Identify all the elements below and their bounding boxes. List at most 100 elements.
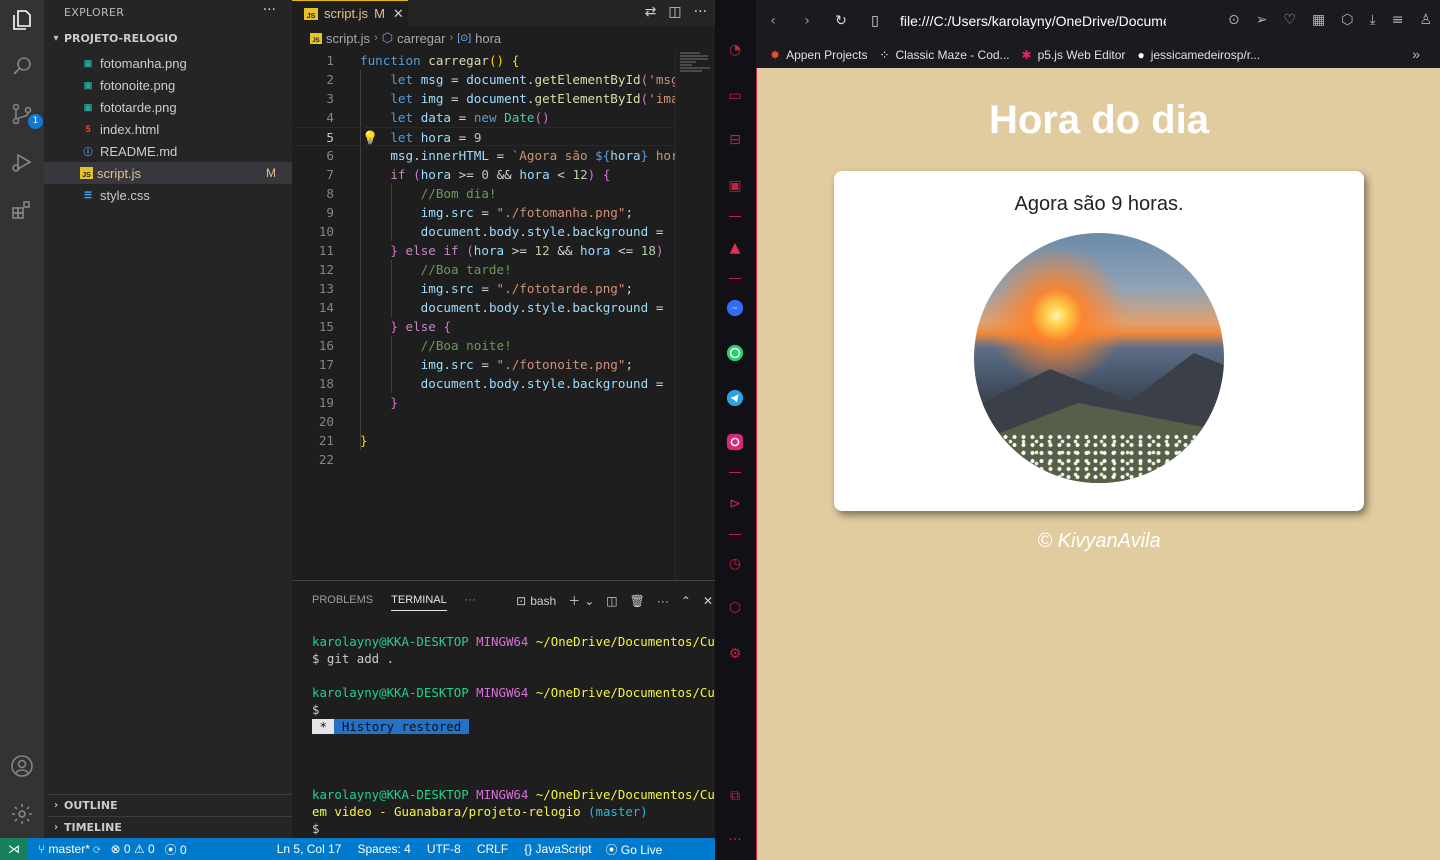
js-file-icon: JS: [310, 32, 322, 44]
file-item[interactable]: 5 index.html: [44, 118, 292, 140]
eol-status[interactable]: CRLF: [477, 842, 508, 856]
file-item-selected[interactable]: JS script.js M: [44, 162, 292, 184]
go-live-button[interactable]: ⦿ Go Live: [606, 841, 663, 858]
terminal-env: MINGW64: [476, 787, 529, 802]
bookmarks-overflow[interactable]: »: [1412, 46, 1420, 62]
breadcrumb-variable[interactable]: hora: [475, 31, 501, 46]
player-icon[interactable]: ⊳: [725, 494, 745, 514]
more-icon[interactable]: ···: [725, 830, 745, 850]
explorer-title: EXPLORER: [64, 6, 125, 19]
account-icon[interactable]: [8, 752, 36, 780]
settings-gear-icon[interactable]: [8, 800, 36, 828]
language-status[interactable]: {} JavaScript: [524, 842, 591, 856]
problems-status[interactable]: ⊗ 0 ⚠ 0: [110, 842, 154, 856]
branch-status[interactable]: ⑂ master* ⟳: [38, 842, 100, 856]
tab-problems[interactable]: PROBLEMS: [312, 594, 373, 606]
forward-icon[interactable]: ›: [790, 13, 824, 29]
close-tab-icon[interactable]: ✕: [393, 6, 404, 22]
bookmark-item[interactable]: ✸ Appen Projects: [770, 48, 867, 62]
ports-status[interactable]: ⦿ 0: [165, 841, 187, 858]
more-actions-icon[interactable]: ···: [694, 4, 707, 20]
telegram-icon[interactable]: [725, 388, 745, 408]
tab-script-js[interactable]: JS script.js M ✕: [292, 0, 408, 26]
camera-icon[interactable]: ⊙: [1228, 12, 1240, 28]
encoding-status[interactable]: UTF-8: [427, 842, 461, 856]
chevron-down-icon[interactable]: ⌄: [584, 594, 594, 608]
aria-icon[interactable]: ▲: [725, 238, 745, 258]
shopping-bag-icon[interactable]: ▭: [725, 86, 745, 106]
send-icon[interactable]: ➢: [1256, 12, 1268, 28]
terminal-output[interactable]: karolayny@KKA-DESKTOP MINGW64 ~/OneDrive…: [312, 633, 737, 837]
bookmark-item[interactable]: ✱ p5.js Web Editor: [1022, 48, 1126, 62]
file-item[interactable]: ☰ style.css: [44, 184, 292, 206]
history-star: *: [312, 719, 335, 734]
terminal-shell-name[interactable]: bash: [530, 594, 556, 608]
back-icon[interactable]: ‹: [756, 13, 790, 29]
page-title: Hora do dia: [988, 98, 1210, 142]
panel-more-icon[interactable]: ···: [465, 594, 476, 606]
terminal-actions: ⊡ bash ＋ ⌄ ◫ 🗑 ··· ⌃ ✕: [516, 592, 713, 609]
file-item[interactable]: ▣ fototarde.png: [44, 96, 292, 118]
messenger-icon[interactable]: [725, 298, 745, 318]
source-control-icon[interactable]: 1: [8, 100, 43, 129]
minimap[interactable]: [675, 51, 715, 580]
reload-icon[interactable]: ↻: [824, 13, 858, 29]
image-file-icon: ▣: [83, 57, 93, 68]
timeline-section[interactable]: › TIMELINE: [48, 816, 292, 838]
new-terminal-icon[interactable]: ＋: [568, 592, 580, 609]
code-editor[interactable]: 1 function carregar() { 2 let msg = docum…: [292, 51, 675, 469]
instagram-icon[interactable]: [725, 432, 745, 452]
address-bar[interactable]: file:///C:/Users/karolayny/OneDrive/Docu…: [900, 13, 1166, 29]
more-icon[interactable]: ···: [657, 594, 669, 608]
file-item[interactable]: ▣ fotonoite.png: [44, 74, 292, 96]
minimap-line: [680, 61, 696, 63]
close-panel-icon[interactable]: ✕: [703, 594, 713, 608]
project-folder[interactable]: ▾ PROJETO-RELOGIO: [48, 32, 177, 45]
page-info-icon[interactable]: ▯: [858, 13, 892, 29]
explorer-more-button[interactable]: ···: [263, 2, 276, 18]
extensions-icon[interactable]: [8, 196, 36, 224]
line-number: 15: [318, 319, 334, 334]
compare-changes-icon[interactable]: ⇄: [645, 4, 657, 20]
file-item[interactable]: ⓘ README.md: [44, 140, 292, 162]
file-item[interactable]: ▣ fotomanha.png: [44, 52, 292, 74]
gallery-icon[interactable]: ⧉: [725, 786, 745, 806]
file-name: index.html: [100, 121, 160, 137]
search-icon[interactable]: [8, 52, 36, 80]
split-terminal-icon[interactable]: ◫: [606, 594, 617, 608]
heart-icon[interactable]: ♡: [1283, 12, 1296, 28]
profile-icon[interactable]: ♙: [1419, 12, 1432, 28]
go-live-label: Go Live: [620, 842, 663, 857]
breadcrumb-file[interactable]: script.js: [326, 31, 370, 46]
gaming-icon[interactable]: ▣: [725, 176, 745, 196]
cursor-position[interactable]: Ln 5, Col 17: [277, 842, 342, 856]
explorer-files-icon[interactable]: [8, 6, 36, 34]
maximize-panel-icon[interactable]: ⌃: [681, 594, 691, 608]
bookmark-item[interactable]: ● jessicamedeirosp/r...: [1137, 48, 1260, 62]
breadcrumb-function[interactable]: carregar: [397, 31, 445, 46]
indentation-status[interactable]: Spaces: 4: [357, 842, 410, 856]
outline-section[interactable]: › OUTLINE: [48, 794, 292, 816]
history-clock-icon[interactable]: ◷: [725, 554, 745, 574]
code-line: 13 img.src = "./fototarde.png";: [292, 279, 675, 298]
trash-icon[interactable]: 🗑: [630, 594, 645, 608]
minimap-line: [680, 58, 708, 60]
whatsapp-icon[interactable]: [725, 343, 745, 363]
bookmark-item[interactable]: ⁘ Classic Maze - Cod...: [879, 48, 1009, 62]
history-text: History restored: [334, 719, 469, 734]
download-icon[interactable]: ⤓: [1370, 12, 1376, 28]
menu-icon[interactable]: ≡: [1392, 12, 1404, 28]
stats-icon[interactable]: ▦: [1312, 12, 1325, 28]
speed-dial-icon[interactable]: ◔: [725, 40, 745, 60]
split-editor-icon[interactable]: ◫: [668, 4, 681, 20]
line-number: 16: [318, 338, 334, 353]
extensions-cube-icon[interactable]: ⬡: [725, 598, 745, 618]
code-line: 1 function carregar() {: [292, 51, 675, 70]
tab-terminal[interactable]: TERMINAL: [391, 594, 447, 611]
browser-toolbar: ‹ › ↻ ▯ file:///C:/Users/karolayny/OneDr…: [756, 0, 1440, 42]
remote-icon[interactable]: ⋊: [0, 838, 28, 860]
cube-icon[interactable]: ⬡: [1341, 12, 1353, 28]
settings-gear-icon[interactable]: ⚙: [725, 644, 745, 664]
run-debug-icon[interactable]: [8, 148, 36, 176]
twitch-icon[interactable]: ⊟: [725, 130, 745, 150]
